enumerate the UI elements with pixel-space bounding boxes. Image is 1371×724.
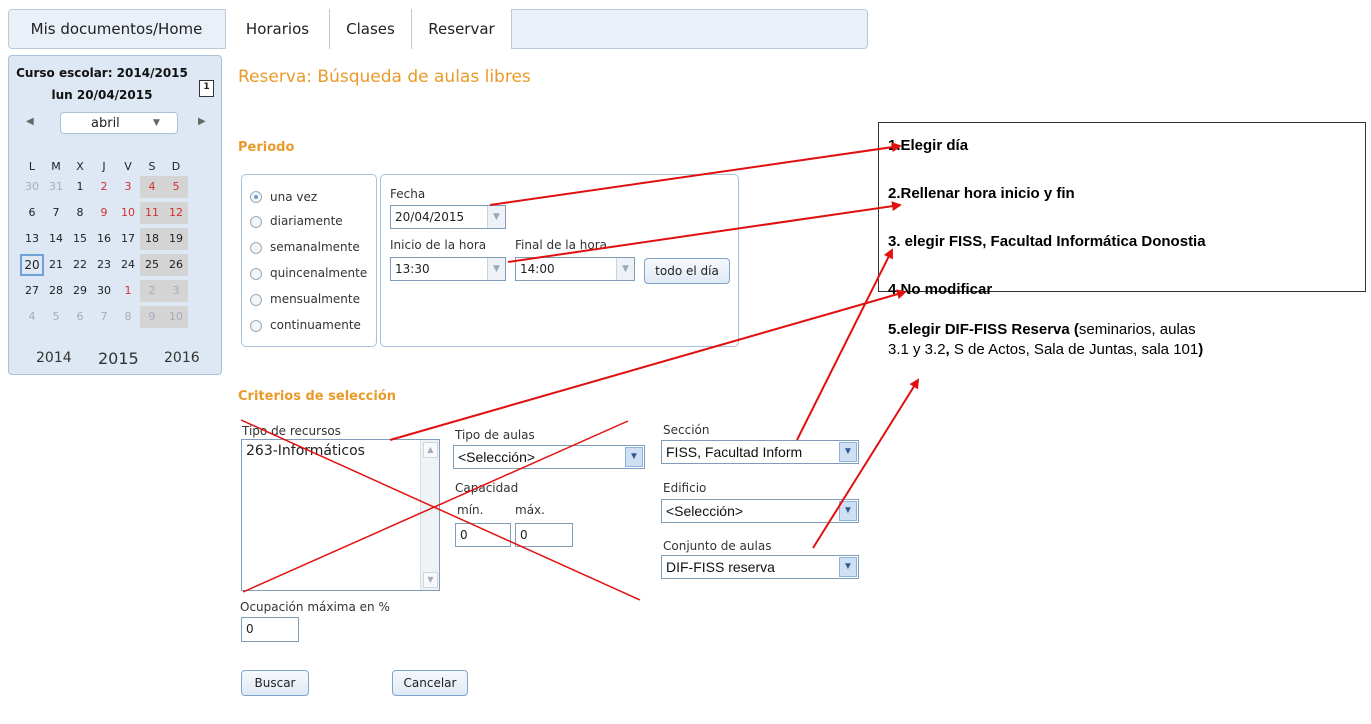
arrow-step-5 — [812, 378, 920, 549]
annotation-overlay — [240, 142, 920, 601]
arrow-step-3 — [796, 248, 893, 441]
cross-line-a — [240, 419, 641, 601]
arrow-step-1 — [489, 142, 902, 206]
arrow-step-2 — [507, 201, 902, 263]
arrow-step-4 — [389, 289, 907, 441]
